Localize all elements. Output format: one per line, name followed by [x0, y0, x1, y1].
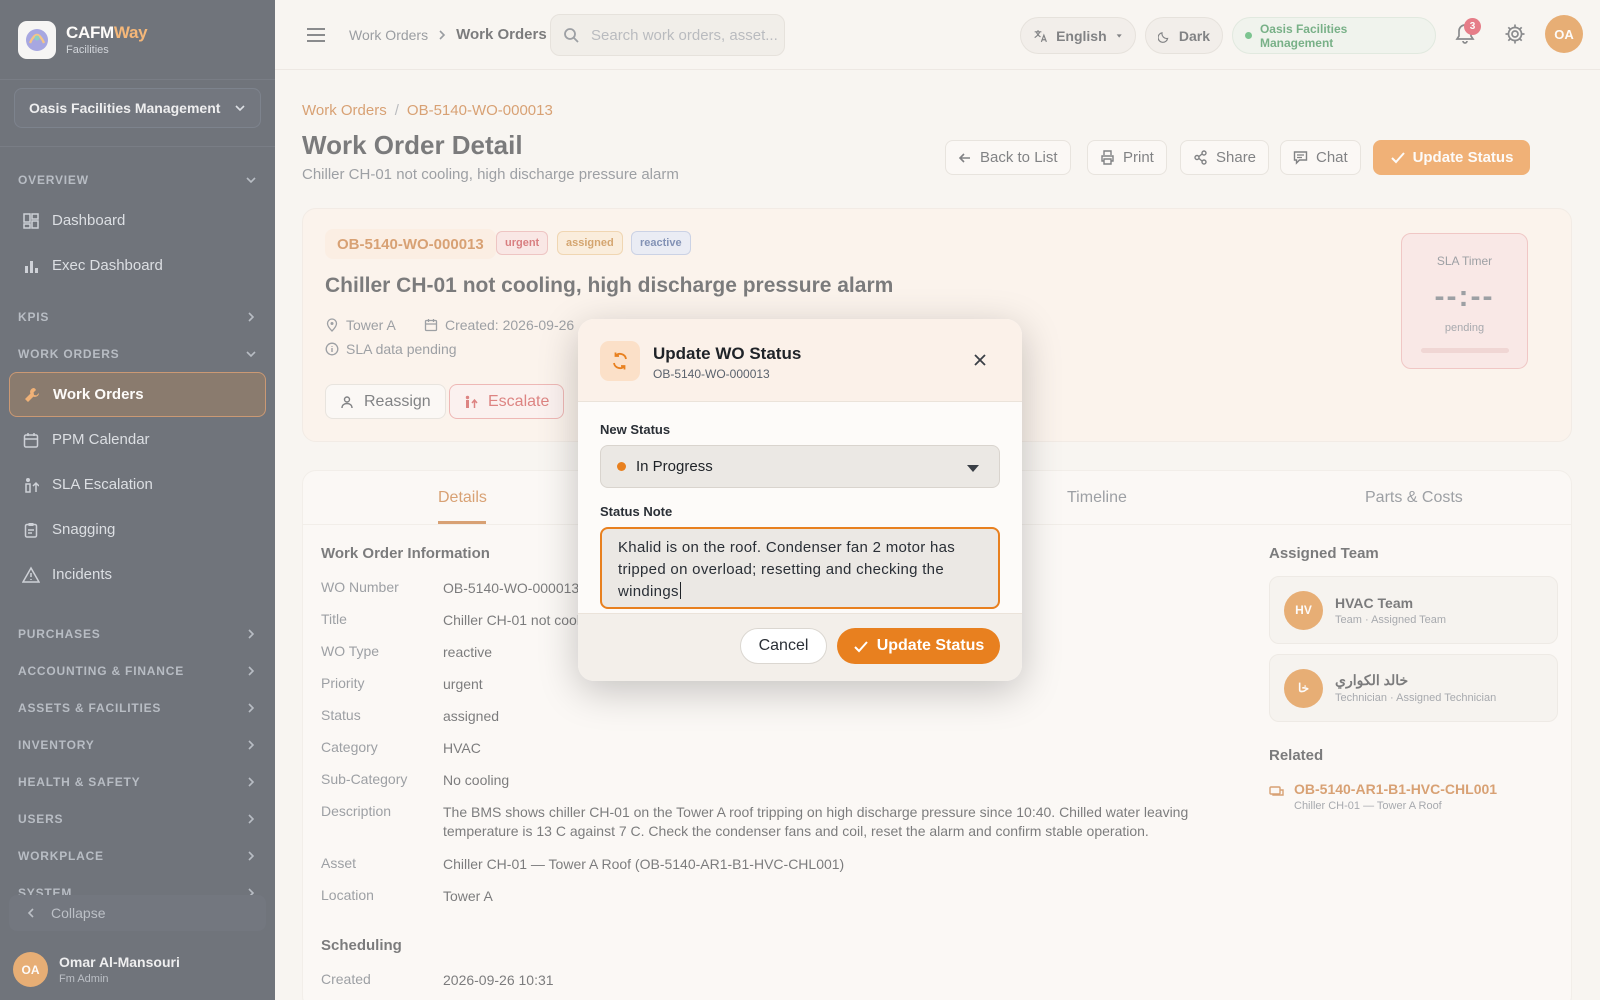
new-status-label: New Status	[600, 422, 671, 437]
modal-footer: Cancel Update Status	[578, 613, 1022, 681]
status-note-text: Khalid is on the roof. Condenser fan 2 m…	[618, 539, 956, 600]
caret-down-icon	[967, 465, 979, 472]
submit-update-status-button[interactable]: Update Status	[837, 628, 1000, 664]
status-dot	[617, 462, 626, 471]
cancel-button[interactable]: Cancel	[740, 628, 827, 664]
close-icon[interactable]	[972, 352, 988, 368]
modal-title: Update WO Status	[653, 344, 802, 363]
refresh-icon	[600, 341, 640, 381]
status-note-label: Status Note	[600, 504, 673, 519]
status-select[interactable]: In Progress	[600, 445, 1000, 488]
text-cursor	[679, 582, 681, 599]
status-note-textarea[interactable]: Khalid is on the roof. Condenser fan 2 m…	[600, 527, 1000, 609]
status-select-value: In Progress	[636, 458, 713, 475]
update-status-modal: Update WO Status OB-5140-WO-000013 New S…	[578, 319, 1022, 681]
modal-subtitle: OB-5140-WO-000013	[653, 367, 770, 381]
check-icon	[853, 640, 868, 652]
